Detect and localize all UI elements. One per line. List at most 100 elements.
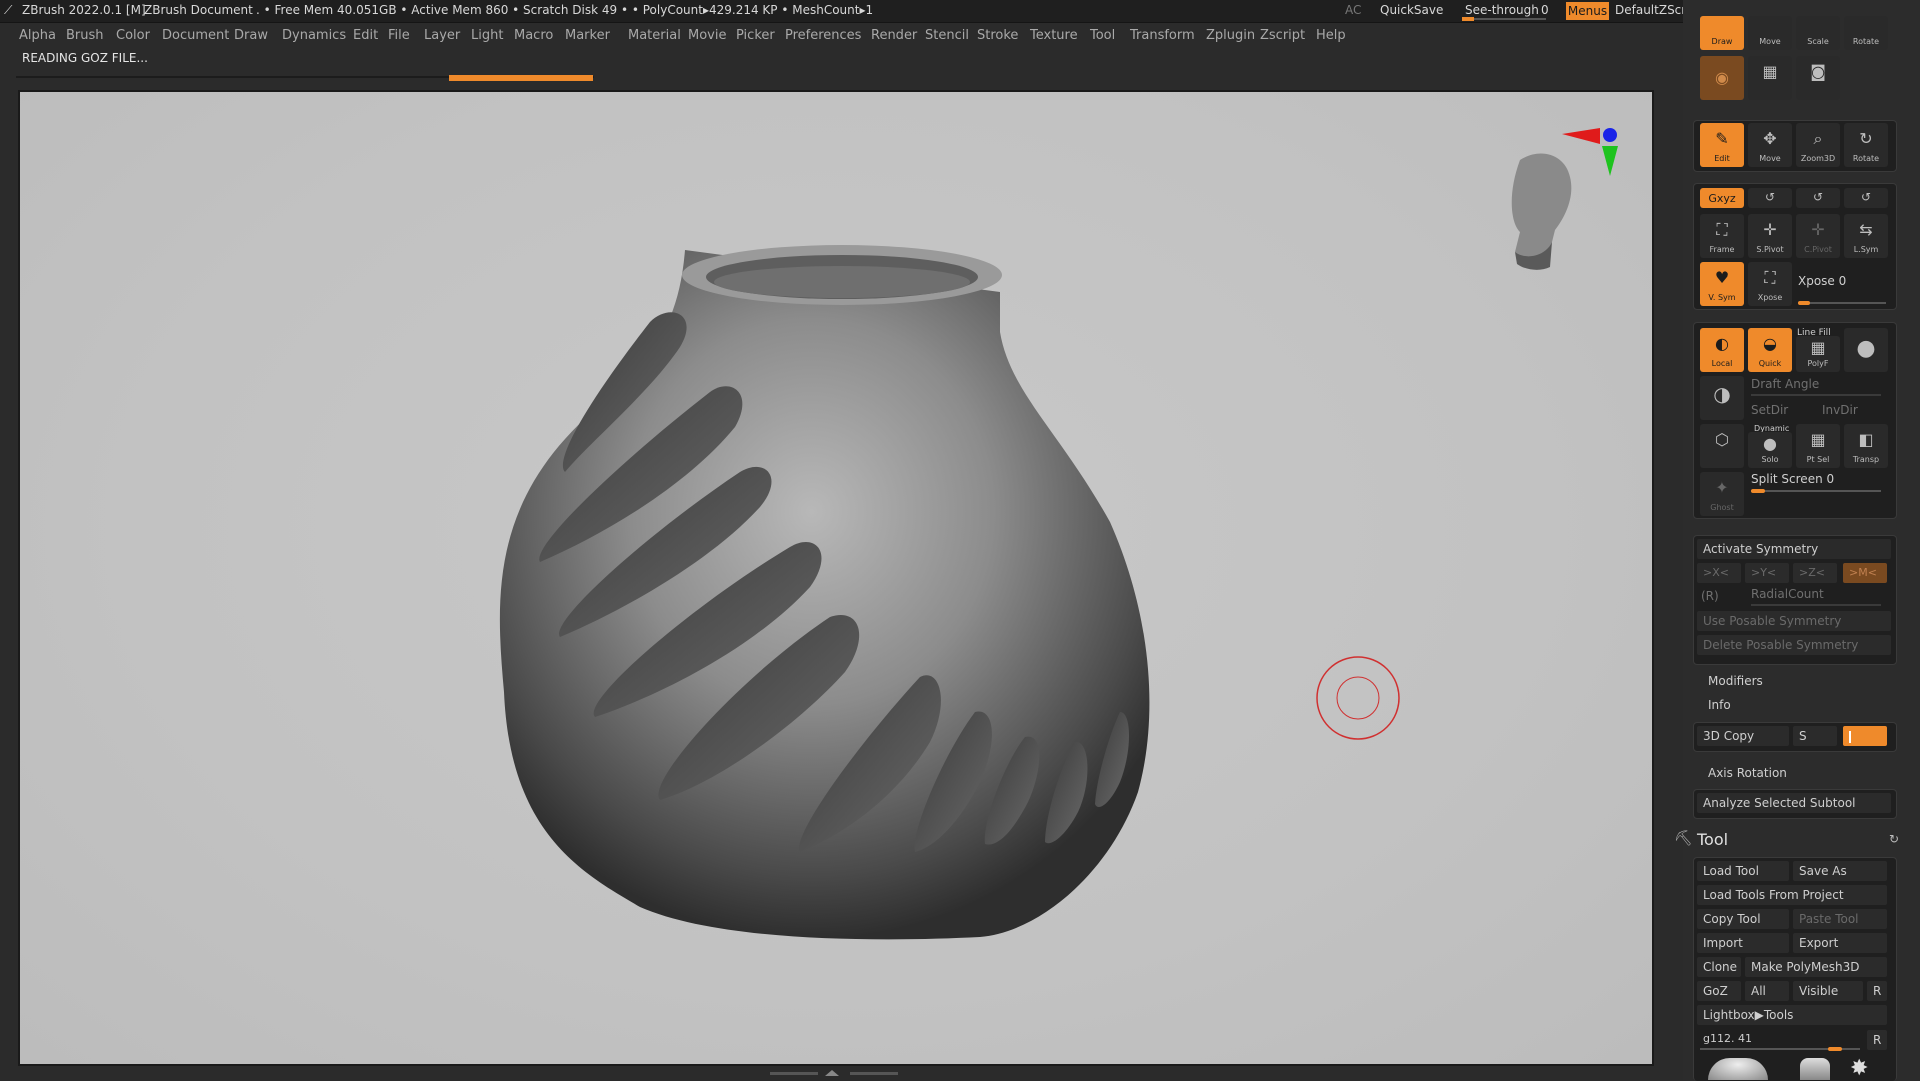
tool-palette-refresh-icon[interactable]: ↻	[1889, 832, 1899, 846]
menu-stencil[interactable]: Stencil	[925, 28, 969, 43]
rotate-y-icon[interactable]: ↺	[1748, 188, 1792, 208]
quick-button[interactable]: ◒ Quick	[1748, 328, 1792, 372]
info-header[interactable]: Info	[1708, 698, 1731, 712]
solo-button[interactable]: ● Solo	[1748, 432, 1792, 468]
xyz-button[interactable]: Gxyz	[1700, 188, 1744, 208]
delete-posable-symmetry-button[interactable]: Delete Posable Symmetry	[1697, 635, 1891, 655]
menu-color[interactable]: Color	[116, 28, 150, 43]
menu-render[interactable]: Render	[871, 28, 917, 43]
rotate-x-icon[interactable]: ↺	[1844, 188, 1888, 208]
xpose-slider-label[interactable]: Xpose 0	[1798, 274, 1846, 288]
3d-copy-button[interactable]: 3D Copy	[1697, 726, 1789, 746]
menus-toggle-button[interactable]: Menus	[1566, 2, 1609, 20]
canvas-viewport[interactable]	[18, 90, 1654, 1066]
vase-model[interactable]	[20, 92, 1652, 1064]
ptsel-button[interactable]: ▦ Pt Sel	[1796, 424, 1840, 468]
edit-button[interactable]: ✎ Edit	[1700, 123, 1744, 167]
radial-r-toggle[interactable]: (R)	[1701, 589, 1719, 603]
star-tool-icon[interactable]: ✸	[1850, 1058, 1880, 1080]
copy-s-button[interactable]: S	[1793, 726, 1837, 746]
lightbox-tools-button[interactable]: Lightbox▶Tools	[1697, 1005, 1887, 1025]
vsym-button[interactable]: ♥ V. Sym	[1700, 262, 1744, 306]
use-posable-symmetry-button[interactable]: Use Posable Symmetry	[1697, 611, 1891, 631]
load-tool-button[interactable]: Load Tool	[1697, 861, 1789, 881]
menu-picker[interactable]: Picker	[736, 28, 775, 43]
current-tool-name[interactable]: g112. 41	[1703, 1032, 1752, 1045]
copy-value-field[interactable]	[1843, 726, 1887, 746]
camera-icon[interactable]: ◙	[1796, 56, 1840, 100]
cube-icon[interactable]: ⬡	[1700, 424, 1744, 468]
transp-button[interactable]: ◧ Transp	[1844, 424, 1888, 468]
paste-tool-button[interactable]: Paste Tool	[1793, 909, 1887, 929]
xpose-slider-knob[interactable]	[1798, 301, 1810, 305]
frame-button[interactable]: ⛶ Frame	[1700, 214, 1744, 258]
goz-all-button[interactable]: All	[1745, 981, 1789, 1001]
cpivot-button[interactable]: ✛ C.Pivot	[1796, 214, 1840, 258]
clone-button[interactable]: Clone	[1697, 957, 1741, 977]
sym-x-button[interactable]: >X<	[1697, 563, 1741, 583]
menu-layer[interactable]: Layer	[424, 28, 460, 43]
save-as-button[interactable]: Save As	[1793, 861, 1887, 881]
ac-indicator[interactable]: AC	[1345, 3, 1361, 17]
sym-y-button[interactable]: >Y<	[1745, 563, 1789, 583]
split-screen-slider-knob[interactable]	[1751, 489, 1765, 493]
scale-button[interactable]: Scale	[1796, 16, 1840, 50]
menu-texture[interactable]: Texture	[1030, 28, 1078, 43]
menu-zscript[interactable]: Zscript	[1260, 28, 1305, 43]
draw-button[interactable]: Draw	[1700, 16, 1744, 50]
copy-tool-button[interactable]: Copy Tool	[1697, 909, 1789, 929]
edit-grid-icon[interactable]: ▦	[1748, 56, 1792, 100]
rotate-button[interactable]: Rotate	[1844, 16, 1888, 50]
import-button[interactable]: Import	[1697, 933, 1789, 953]
draft-angle-slider[interactable]	[1751, 394, 1881, 396]
menu-file[interactable]: File	[388, 28, 410, 43]
menu-brush[interactable]: Brush	[66, 28, 104, 43]
export-button[interactable]: Export	[1793, 933, 1887, 953]
activate-symmetry-button[interactable]: Activate Symmetry	[1697, 539, 1891, 559]
tool-r-button[interactable]: R	[1867, 1030, 1887, 1050]
seethrough-slider-knob[interactable]	[1462, 17, 1474, 21]
menu-light[interactable]: Light	[471, 28, 503, 43]
lsym-button[interactable]: ⇆ L.Sym	[1844, 214, 1888, 258]
load-tools-from-project-button[interactable]: Load Tools From Project	[1697, 885, 1887, 905]
menu-transform[interactable]: Transform	[1130, 28, 1195, 43]
make-polymesh3d-button[interactable]: Make PolyMesh3D	[1745, 957, 1887, 977]
seethrough-label[interactable]: See-through	[1465, 3, 1539, 17]
sym-z-button[interactable]: >Z<	[1793, 563, 1837, 583]
menu-zplugin[interactable]: Zplugin	[1206, 28, 1255, 43]
menu-draw[interactable]: Draw	[234, 28, 268, 43]
menu-macro[interactable]: Macro	[514, 28, 553, 43]
xpose-button[interactable]: ⛶ Xpose	[1748, 262, 1792, 306]
tool-thumbnail-vase[interactable]	[1708, 1058, 1768, 1080]
analyze-selected-subtool-button[interactable]: Analyze Selected Subtool	[1697, 793, 1891, 813]
menu-preferences[interactable]: Preferences	[785, 28, 861, 43]
modifiers-header[interactable]: Modifiers	[1708, 674, 1763, 688]
goz-visible-button[interactable]: Visible	[1793, 981, 1863, 1001]
split-screen-label[interactable]: Split Screen 0	[1751, 472, 1834, 486]
spivot-button[interactable]: ✛ S.Pivot	[1748, 214, 1792, 258]
split-screen-slider[interactable]	[1751, 490, 1881, 492]
tool-palette-pin-icon[interactable]: ⛏	[1674, 829, 1693, 847]
menu-marker[interactable]: Marker	[565, 28, 610, 43]
material-swatch[interactable]: ◉	[1700, 56, 1744, 100]
rotate-tool-button[interactable]: ↻ Rotate	[1844, 123, 1888, 167]
tool-palette-title[interactable]: Tool	[1697, 830, 1728, 849]
invdir-button[interactable]: InvDir	[1822, 403, 1858, 417]
rotate-z-icon[interactable]: ↺	[1796, 188, 1840, 208]
menu-tool[interactable]: Tool	[1090, 28, 1115, 43]
tool-slider-knob[interactable]	[1828, 1047, 1842, 1051]
ghost-button[interactable]: ✦ Ghost	[1700, 472, 1744, 516]
xpose-slider[interactable]	[1798, 302, 1886, 304]
draft-analysis-icon[interactable]: ◑	[1700, 376, 1744, 420]
menu-material[interactable]: Material	[628, 28, 681, 43]
draft-angle-label[interactable]: Draft Angle	[1751, 377, 1819, 391]
goz-button[interactable]: GoZ	[1697, 981, 1741, 1001]
quicksave-button[interactable]: QuickSave	[1380, 3, 1443, 17]
zoom3d-button[interactable]: ⌕ Zoom3D	[1796, 123, 1840, 167]
local-button[interactable]: ◐ Local	[1700, 328, 1744, 372]
seethrough-slider[interactable]	[1462, 17, 1546, 21]
navigation-head-gizmo[interactable]	[1511, 128, 1618, 270]
menu-edit[interactable]: Edit	[353, 28, 378, 43]
move-button[interactable]: Move	[1748, 16, 1792, 50]
menu-document[interactable]: Document	[162, 28, 229, 43]
